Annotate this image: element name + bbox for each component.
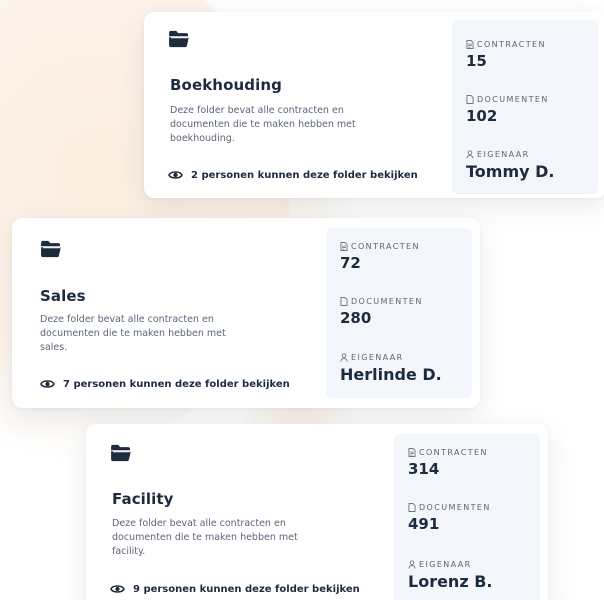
owner-name: Tommy D. bbox=[466, 162, 555, 181]
contract-icon bbox=[466, 40, 474, 49]
folder-viewers[interactable]: 9 personen kunnen deze folder bekijken bbox=[110, 583, 360, 595]
eye-icon bbox=[110, 585, 125, 593]
documents-stat: DOCUMENTEN 102 bbox=[466, 95, 549, 125]
folder-description: Deze folder bevat alle contracten en doc… bbox=[112, 518, 298, 557]
documents-count: 102 bbox=[466, 107, 498, 125]
contracts-stat: CONTRACTEN 314 bbox=[408, 448, 488, 478]
folder-stats: CONTRACTEN 15 DOCUMENTEN 102 EIGENAAR To… bbox=[452, 20, 598, 194]
person-icon bbox=[408, 560, 416, 569]
contracts-stat: CONTRACTEN 15 bbox=[466, 40, 546, 70]
contracts-count: 314 bbox=[408, 460, 440, 478]
folder-title: Boekhouding bbox=[170, 76, 282, 94]
document-icon bbox=[340, 297, 348, 306]
folder-icon bbox=[169, 30, 189, 48]
folder-title: Sales bbox=[40, 287, 86, 305]
folder-icon bbox=[111, 444, 131, 462]
person-icon bbox=[340, 353, 348, 362]
eye-icon bbox=[168, 171, 183, 179]
owner-stat: EIGENAAR Tommy D. bbox=[466, 150, 554, 181]
viewers-text: 7 personen kunnen deze folder bekijken bbox=[63, 378, 290, 390]
folder-description: Deze folder bevat alle contracten en doc… bbox=[170, 105, 356, 144]
owner-name: Herlinde D. bbox=[340, 365, 442, 384]
folder-card-facility[interactable]: Facility Deze folder bevat alle contract… bbox=[86, 424, 548, 600]
folder-card-sales[interactable]: Sales Deze folder bevat alle contracten … bbox=[12, 218, 480, 408]
documents-count: 280 bbox=[340, 309, 372, 327]
folder-card-boekhouding[interactable]: Boekhouding Deze folder bevat alle contr… bbox=[144, 12, 604, 198]
eye-icon bbox=[40, 380, 55, 388]
documents-label: DOCUMENTEN bbox=[419, 503, 491, 512]
folder-icon bbox=[41, 240, 61, 258]
owner-label: EIGENAAR bbox=[477, 150, 530, 159]
contracts-count: 72 bbox=[340, 254, 361, 272]
folder-viewers[interactable]: 7 personen kunnen deze folder bekijken bbox=[40, 378, 290, 390]
document-icon bbox=[408, 503, 416, 512]
documents-stat: DOCUMENTEN 280 bbox=[340, 297, 423, 327]
owner-stat: EIGENAAR Lorenz B. bbox=[408, 560, 492, 591]
documents-stat: DOCUMENTEN 491 bbox=[408, 503, 491, 533]
folder-viewers[interactable]: 2 personen kunnen deze folder bekijken bbox=[168, 169, 418, 181]
contracts-label: CONTRACTEN bbox=[419, 448, 488, 457]
folder-stats: CONTRACTEN 314 DOCUMENTEN 491 EIGENAAR L… bbox=[394, 434, 540, 600]
folder-title: Facility bbox=[112, 490, 174, 508]
documents-label: DOCUMENTEN bbox=[351, 297, 423, 306]
document-icon bbox=[466, 95, 474, 104]
folder-stats: CONTRACTEN 72 DOCUMENTEN 280 EIGENAAR He… bbox=[326, 228, 472, 398]
contracts-count: 15 bbox=[466, 52, 487, 70]
owner-label: EIGENAAR bbox=[351, 353, 404, 362]
contracts-label: CONTRACTEN bbox=[477, 40, 546, 49]
contracts-stat: CONTRACTEN 72 bbox=[340, 242, 420, 272]
person-icon bbox=[466, 150, 474, 159]
owner-name: Lorenz B. bbox=[408, 572, 493, 591]
folder-description: Deze folder bevat alle contracten en doc… bbox=[40, 314, 226, 353]
owner-stat: EIGENAAR Herlinde D. bbox=[340, 353, 442, 384]
contract-icon bbox=[408, 448, 416, 457]
viewers-text: 2 personen kunnen deze folder bekijken bbox=[191, 169, 418, 181]
contract-icon bbox=[340, 242, 348, 251]
folder-overview: Boekhouding Deze folder bevat alle contr… bbox=[0, 0, 604, 600]
owner-label: EIGENAAR bbox=[419, 560, 472, 569]
viewers-text: 9 personen kunnen deze folder bekijken bbox=[133, 583, 360, 595]
documents-label: DOCUMENTEN bbox=[477, 95, 549, 104]
documents-count: 491 bbox=[408, 515, 440, 533]
contracts-label: CONTRACTEN bbox=[351, 242, 420, 251]
